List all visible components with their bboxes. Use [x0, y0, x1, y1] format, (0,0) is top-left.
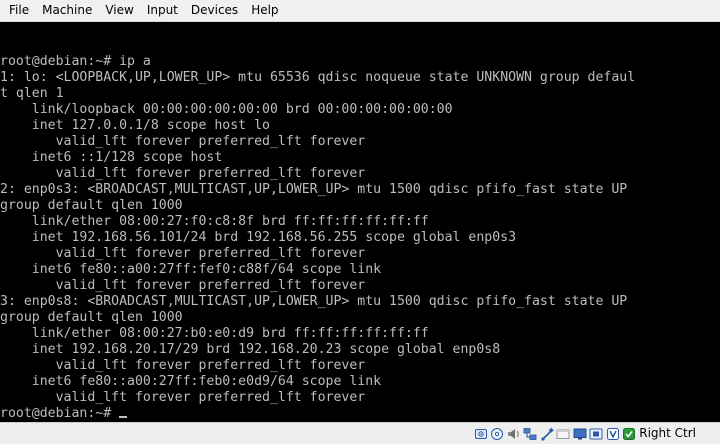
console-line: inet 192.168.56.101/24 brd 192.168.56.25…: [0, 230, 517, 245]
console-line: link/loopback 00:00:00:00:00:00 brd 00:0…: [0, 102, 453, 117]
menu-help[interactable]: Help: [245, 0, 285, 22]
display-icon[interactable]: [573, 427, 587, 441]
console-line: link/ether 08:00:27:b0:e0:d9 brd ff:ff:f…: [0, 326, 429, 341]
console-line: 1: lo: <LOOPBACK,UP,LOWER_UP> mtu 65536 …: [0, 70, 636, 85]
console-prompt-line[interactable]: root@debian:~#: [0, 406, 128, 422]
console-line: 2: enp0s3: <BROADCAST,MULTICAST,UP,LOWER…: [0, 182, 628, 197]
menu-devices[interactable]: Devices: [185, 0, 245, 22]
console-line: valid_lft forever preferred_lft forever: [0, 166, 366, 181]
status-bar: Right Ctrl: [0, 422, 720, 444]
console-line: t qlen 1: [0, 86, 64, 101]
usb-icon[interactable]: [540, 427, 554, 441]
host-key-label: Right Ctrl: [639, 426, 696, 440]
virtualbox-vm-window: File Machine View Input Devices Help roo…: [0, 0, 720, 444]
menu-view[interactable]: View: [99, 0, 140, 22]
console-line: group default qlen 1000: [0, 310, 183, 325]
virtualization-icon[interactable]: [606, 427, 620, 441]
optical-drive-icon[interactable]: [490, 427, 504, 441]
audio-icon[interactable]: [507, 427, 521, 441]
menu-bar: File Machine View Input Devices Help: [0, 0, 720, 22]
text-cursor: [119, 416, 128, 418]
network-icon[interactable]: [523, 427, 537, 441]
menu-machine[interactable]: Machine: [36, 0, 99, 22]
console-line: valid_lft forever preferred_lft forever: [0, 278, 366, 293]
mouse-integration-icon[interactable]: [622, 427, 636, 441]
console-line: link/ether 08:00:27:f0:c8:8f brd ff:ff:f…: [0, 214, 429, 229]
console-line: valid_lft forever preferred_lft forever: [0, 134, 366, 149]
console-line: valid_lft forever preferred_lft forever: [0, 246, 366, 261]
device-indicators: [471, 425, 636, 442]
console-line: valid_lft forever preferred_lft forever: [0, 358, 366, 373]
console-line: inet6 fe80::a00:27ff:fef0:c88f/64 scope …: [0, 262, 382, 277]
hard-disk-icon[interactable]: [474, 427, 488, 441]
console-line: group default qlen 1000: [0, 198, 183, 213]
menu-file[interactable]: File: [0, 0, 36, 22]
guest-console[interactable]: root@debian:~# ip a 1: lo: <LOOPBACK,UP,…: [0, 22, 720, 422]
console-line: inet 127.0.0.1/8 scope host lo: [0, 118, 270, 133]
shared-folders-icon[interactable]: [556, 427, 570, 441]
video-capture-icon[interactable]: [589, 427, 603, 441]
console-line: 3: enp0s8: <BROADCAST,MULTICAST,UP,LOWER…: [0, 294, 628, 309]
console-line: inet6 ::1/128 scope host: [0, 150, 223, 165]
console-line: inet6 fe80::a00:27ff:feb0:e0d9/64 scope …: [0, 374, 382, 389]
shell-prompt: root@debian:~#: [0, 406, 120, 421]
console-line: valid_lft forever preferred_lft forever: [0, 390, 366, 405]
menu-input[interactable]: Input: [141, 0, 185, 22]
console-line: inet 192.168.20.17/29 brd 192.168.20.23 …: [0, 342, 501, 357]
console-line: root@debian:~# ip a: [0, 54, 151, 69]
